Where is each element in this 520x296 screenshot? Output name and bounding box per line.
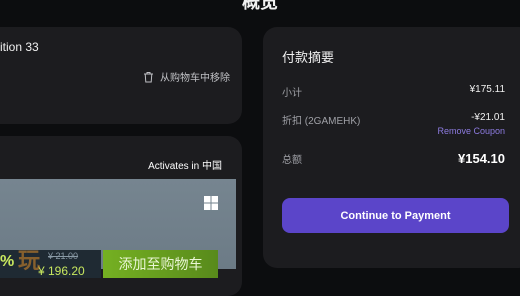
total-label: 总额 <box>282 155 302 166</box>
remove-coupon-link[interactable]: Remove Coupon <box>437 126 505 136</box>
original-price: ¥ 21.00 <box>48 251 79 261</box>
subtotal-value: ¥175.11 <box>469 84 505 95</box>
activation-region: Activates in 中国 <box>148 161 222 172</box>
summary-title: 付款摘要 <box>282 50 335 65</box>
discount-value: -¥21.01 <box>471 112 505 123</box>
subtotal-label: 小计 <box>282 88 302 99</box>
subtotal-row: 小计 ¥175.11 <box>282 84 505 99</box>
total-row: 总额 ¥154.10 <box>282 151 505 166</box>
add-to-cart-button[interactable]: 添加至购物车 <box>103 250 218 278</box>
item-name: ition 33 <box>0 40 39 54</box>
trash-icon <box>144 71 153 82</box>
total-value: ¥154.10 <box>458 151 505 166</box>
current-price: ¥ 196.20 <box>38 264 85 278</box>
discount-label: 折扣 (2GAMEHK) <box>282 116 361 127</box>
page-title: 概览 <box>242 0 278 12</box>
watermark: 玩 <box>18 248 41 273</box>
remove-from-cart-button[interactable]: 从购物车中移除 <box>143 69 230 84</box>
windows-icon <box>204 196 218 210</box>
discount-percent: % <box>0 253 15 270</box>
payment-summary-card: 付款摘要 小计 ¥175.11 折扣 (2GAMEHK) -¥21.01 Rem… <box>263 27 520 268</box>
discount-row: 折扣 (2GAMEHK) -¥21.01 <box>282 112 505 127</box>
cart-item-card: ition 33 从购物车中移除 <box>0 27 242 124</box>
remove-from-cart-label: 从购物车中移除 <box>160 73 230 84</box>
continue-to-payment-button[interactable]: Continue to Payment <box>282 198 509 233</box>
